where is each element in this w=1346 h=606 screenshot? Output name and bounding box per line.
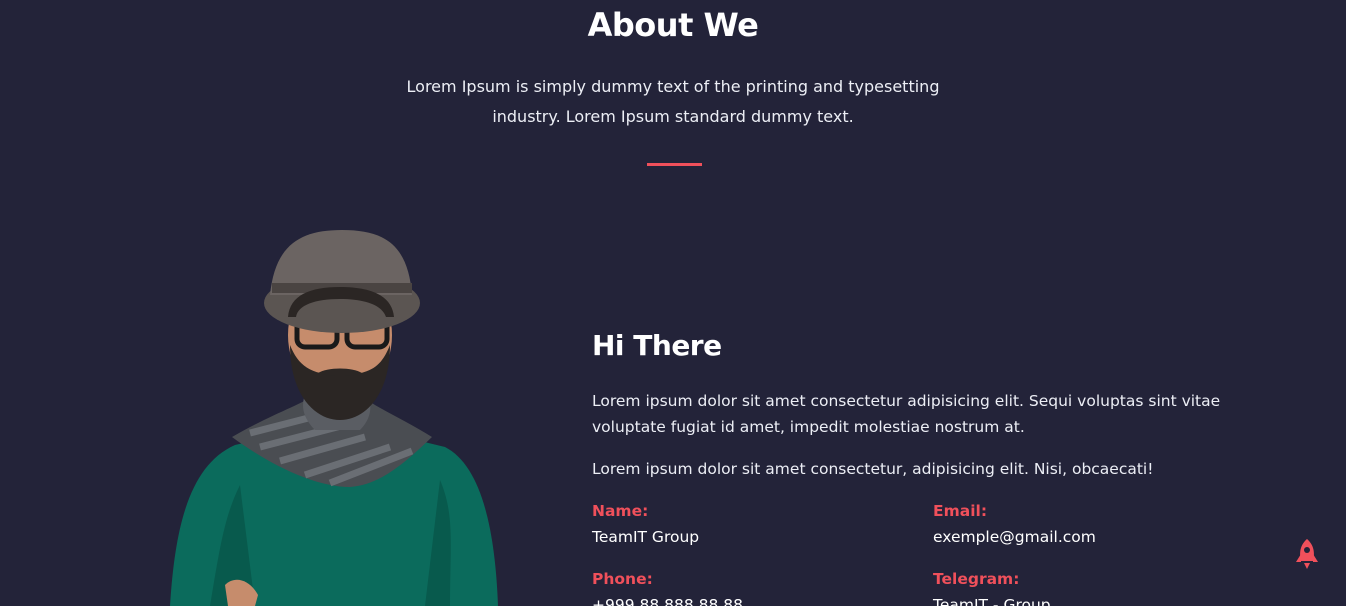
email-value: exemple@gmail.com xyxy=(933,528,1096,546)
info-telegram: Telegram: TeamIT - Group xyxy=(933,566,1051,606)
about-section: About We Lorem Ipsum is simply dummy tex… xyxy=(0,0,1346,606)
info-phone: Phone: +999 88 888 88 88 xyxy=(592,566,743,606)
telegram-value: TeamIT - Group xyxy=(933,596,1051,606)
info-name: Name: TeamIT Group xyxy=(592,498,699,550)
section-title: About We xyxy=(587,6,759,44)
profile-paragraph-2: Lorem ipsum dolor sit amet consectetur, … xyxy=(592,460,1154,478)
subtitle-line-1: Lorem Ipsum is simply dummy text of the … xyxy=(406,77,940,96)
name-label: Name: xyxy=(592,502,649,520)
profile-photo xyxy=(170,230,498,606)
email-label: Email: xyxy=(933,502,988,520)
subtitle-line-2: industry. Lorem Ipsum standard dummy tex… xyxy=(492,107,854,126)
name-value: TeamIT Group xyxy=(592,528,700,546)
section-subtitle: Lorem Ipsum is simply dummy text of the … xyxy=(373,72,973,132)
profile-content: Hi There Lorem ipsum dolor sit amet cons… xyxy=(592,328,1252,606)
telegram-label: Telegram: xyxy=(933,570,1020,588)
profile-paragraph-1: Lorem ipsum dolor sit amet consectetur a… xyxy=(592,392,1221,436)
rocket-icon[interactable] xyxy=(1294,538,1320,570)
info-email: Email: exemple@gmail.com xyxy=(933,498,1096,550)
phone-value: +999 88 888 88 88 xyxy=(592,596,744,606)
profile-heading: Hi There xyxy=(592,329,722,362)
phone-label: Phone: xyxy=(592,570,653,588)
section-divider xyxy=(647,163,702,166)
